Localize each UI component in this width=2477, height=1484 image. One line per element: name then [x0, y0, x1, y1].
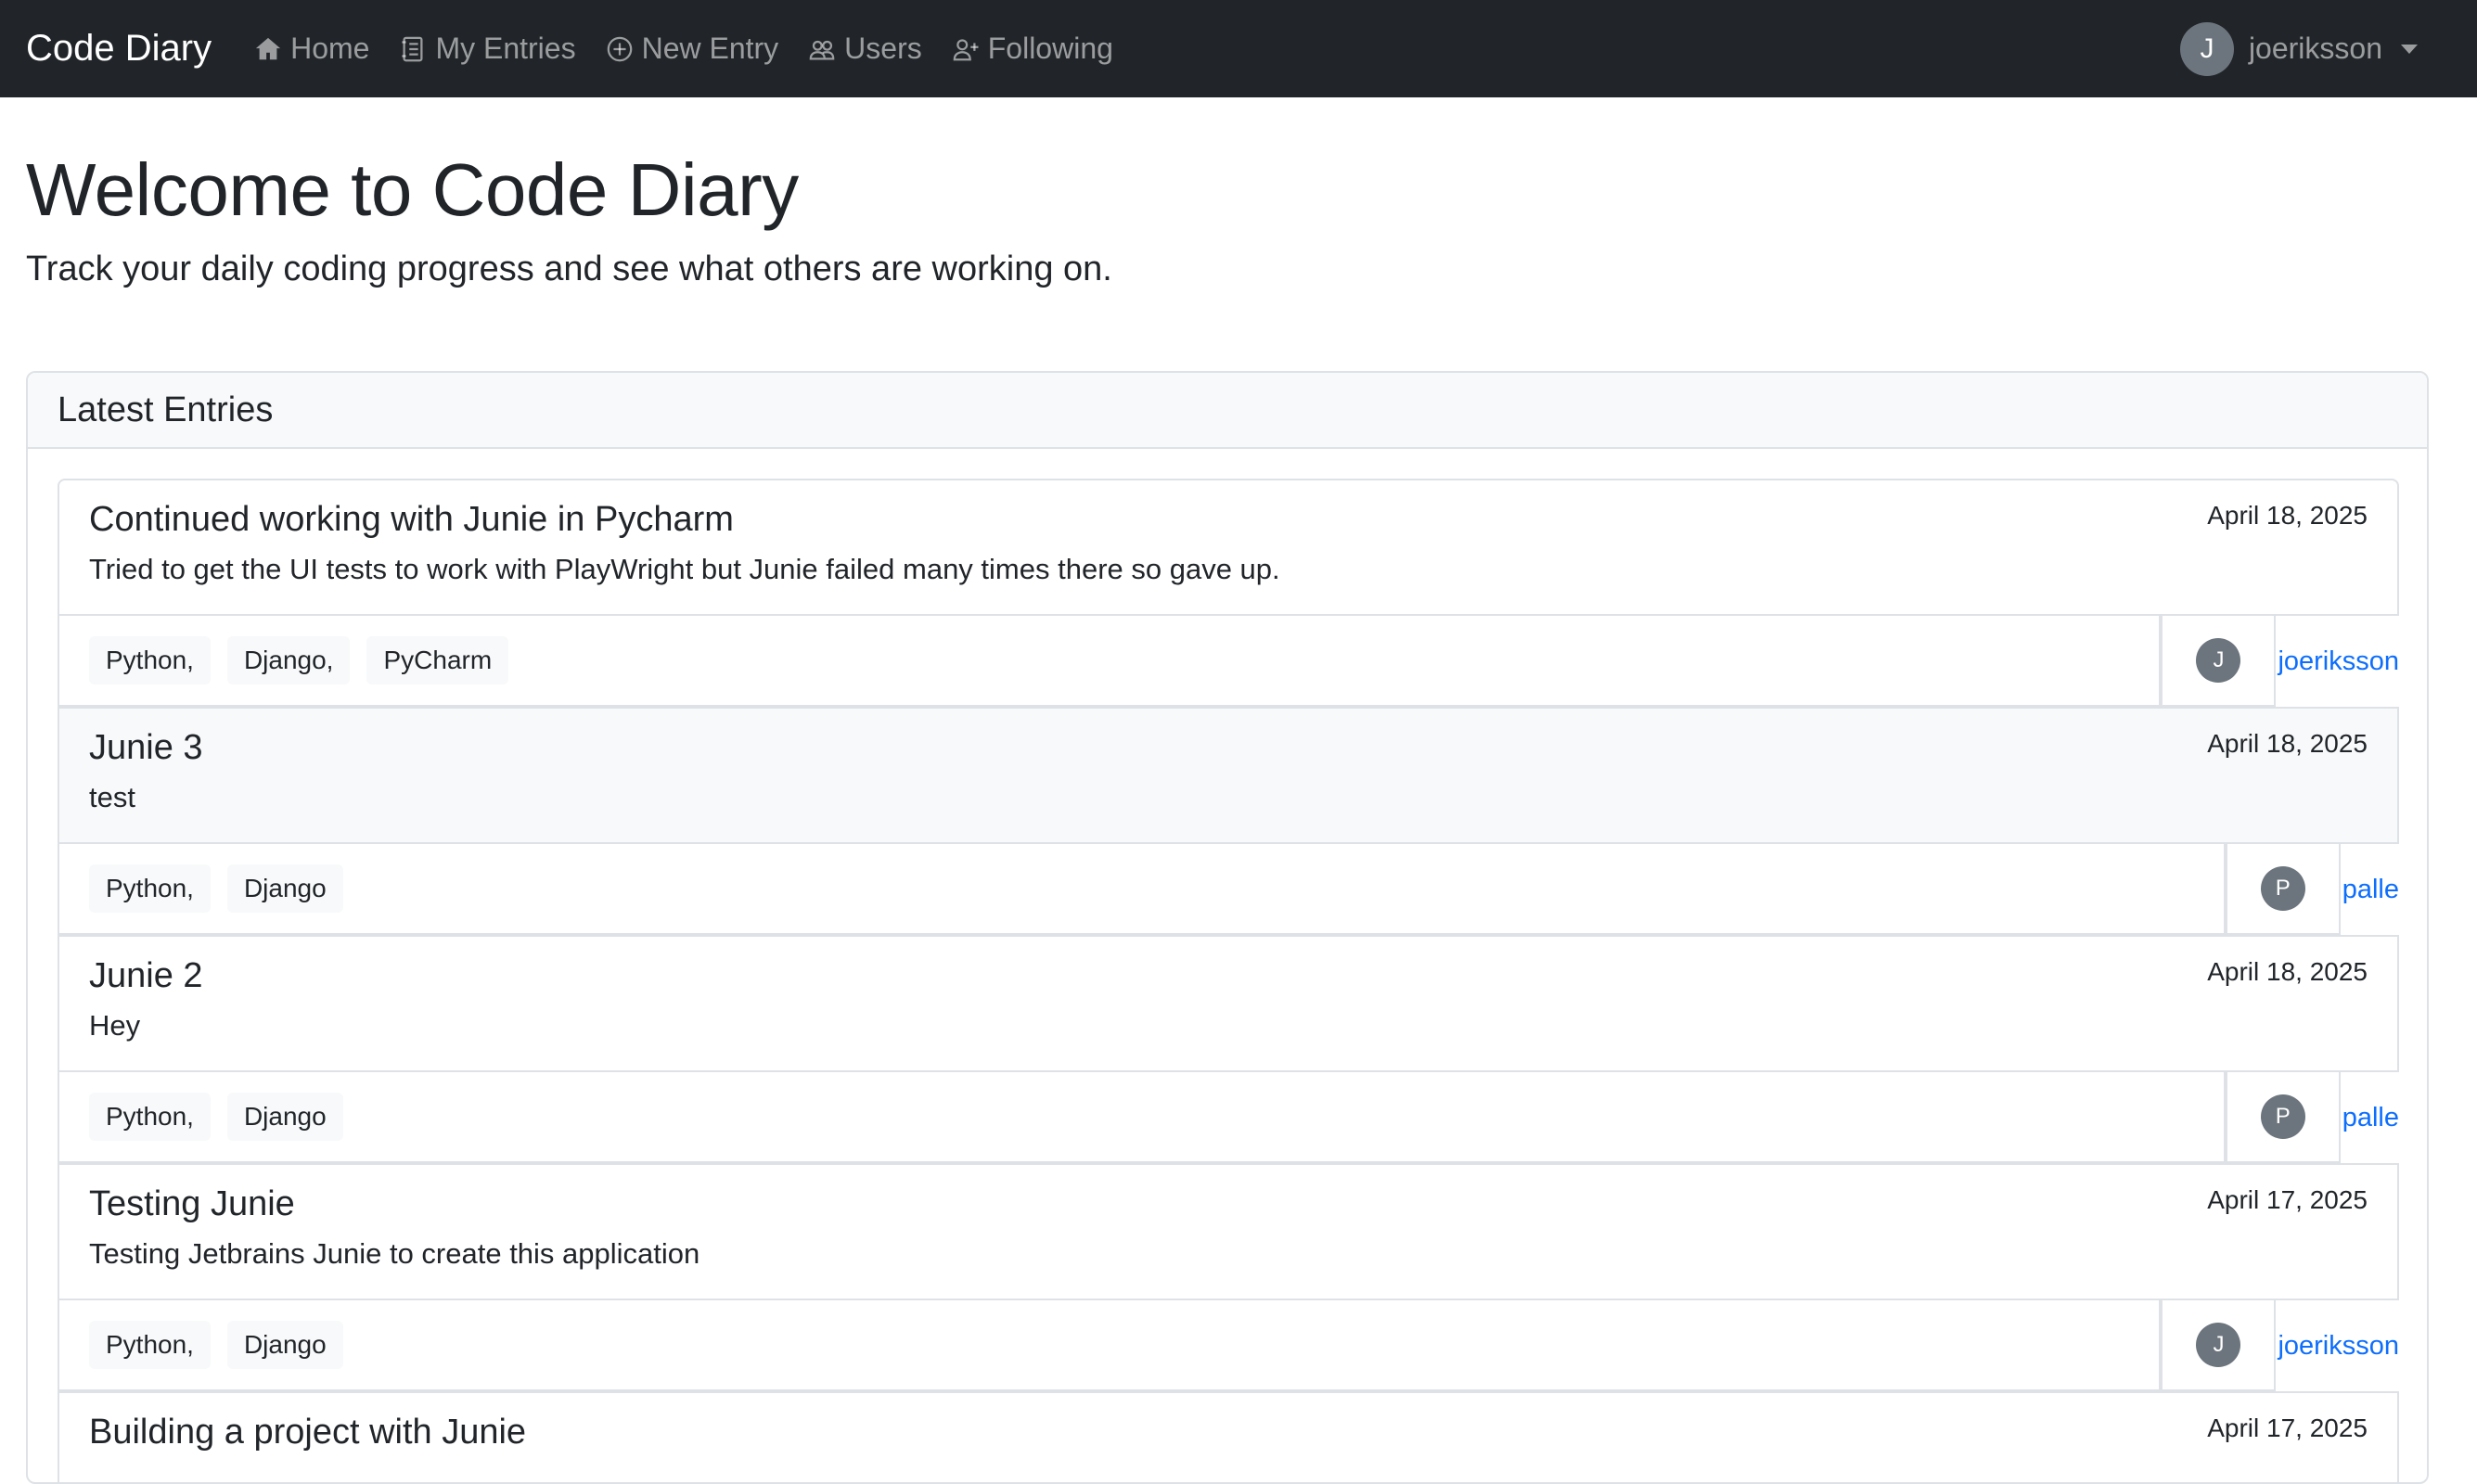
avatar: P	[2260, 866, 2305, 911]
nav-home-label: Home	[290, 32, 370, 65]
tag-badge: Django	[226, 1321, 343, 1369]
user-name: joeriksson	[2248, 32, 2382, 65]
page-title: Welcome to Code Diary	[26, 148, 799, 231]
entry-text: Testing Jetbrains Junie to create this a…	[89, 1237, 700, 1270]
author-avatar-cell: J	[2161, 616, 2277, 707]
avatar: P	[2260, 1094, 2305, 1139]
entries-list: Continued working with Junie in Pycharm …	[28, 449, 2427, 1482]
card-header: Latest Entries	[28, 373, 2427, 449]
nav-links: Home My Entries New Entry Users Followin…	[254, 32, 1113, 66]
entry-date: April 18, 2025	[2207, 957, 2368, 986]
list-item: Testing Junie Testing Jetbrains Junie to…	[58, 1163, 2399, 1391]
tag-badge: Django	[226, 864, 343, 913]
avatar: J	[2196, 1323, 2241, 1367]
page-lead: Track your daily coding progress and see…	[26, 249, 1112, 288]
entry-link[interactable]: Junie 3 test April 18, 2025	[58, 707, 2399, 844]
nav-users-label: Users	[844, 32, 922, 65]
entry-tags: Python, Django	[58, 844, 2226, 935]
tag-badge: Django,	[226, 636, 351, 684]
list-item: Building a project with Junie April 17, …	[58, 1391, 2399, 1482]
nav-new-entry[interactable]: New Entry	[606, 32, 779, 66]
tag-badge: Python,	[89, 864, 211, 913]
journal-icon	[402, 36, 423, 61]
plus-circle-icon	[607, 36, 632, 61]
nav-my-entries-label: My Entries	[435, 32, 576, 65]
nav-following-label: Following	[987, 32, 1113, 65]
main-container: Welcome to Code Diary Track your daily c…	[0, 146, 2477, 1484]
brand-link[interactable]: Code Diary	[26, 28, 212, 70]
author-avatar-cell: P	[2225, 1072, 2341, 1163]
author-link[interactable]: palle	[2341, 1072, 2399, 1163]
entry-tags: Python, Django	[58, 1072, 2226, 1163]
people-icon	[809, 40, 835, 59]
entry-title: Junie 3	[89, 728, 203, 767]
nav-users[interactable]: Users	[808, 32, 922, 66]
tag-badge: PyCharm	[366, 636, 509, 684]
entry-link[interactable]: Junie 2 Hey April 18, 2025	[58, 935, 2399, 1072]
entry-title: Junie 2	[89, 956, 203, 995]
entry-tags: Python, Django	[58, 1300, 2162, 1391]
avatar: J	[2179, 21, 2234, 76]
list-item: Junie 2 Hey April 18, 2025 Python, Djang…	[58, 935, 2399, 1163]
top-navbar: Code Diary Home My Entries New Entry Use…	[0, 0, 2477, 97]
entry-link[interactable]: Building a project with Junie April 17, …	[58, 1391, 2399, 1482]
nav-following[interactable]: Following	[952, 32, 1113, 66]
nav-new-entry-label: New Entry	[641, 32, 779, 65]
entry-date: April 18, 2025	[2207, 729, 2368, 758]
author-link[interactable]: joeriksson	[2276, 616, 2399, 707]
tag-badge: Python,	[89, 1321, 211, 1369]
latest-entries-card: Latest Entries Continued working with Ju…	[26, 371, 2429, 1484]
chevron-down-icon	[2401, 44, 2418, 54]
house-icon	[255, 37, 281, 59]
author-avatar-cell: P	[2225, 844, 2341, 935]
entry-footer: Python, Django P palle	[58, 844, 2399, 935]
entry-text: Hey	[89, 1009, 141, 1042]
entry-title: Building a project with Junie	[89, 1413, 527, 1452]
entry-date: April 17, 2025	[2207, 1185, 2368, 1214]
entry-footer: Python, Django J joeriksson	[58, 1300, 2399, 1391]
author-avatar-cell: J	[2161, 1300, 2277, 1391]
tag-badge: Python,	[89, 636, 211, 684]
entry-tags: Python, Django, PyCharm	[58, 616, 2162, 707]
user-dropdown-toggle[interactable]: J joeriksson	[2179, 21, 2418, 76]
entry-date: April 18, 2025	[2207, 501, 2368, 530]
author-link[interactable]: palle	[2341, 844, 2399, 935]
entry-text: test	[89, 781, 135, 813]
person-plus-icon	[953, 38, 979, 60]
list-item: Junie 3 test April 18, 2025 Python, Djan…	[58, 707, 2399, 935]
tag-badge: Django	[226, 1093, 343, 1141]
entry-title: Continued working with Junie in Pycharm	[89, 500, 734, 539]
entry-footer: Python, Django P palle	[58, 1072, 2399, 1163]
author-link[interactable]: joeriksson	[2276, 1300, 2399, 1391]
entry-link[interactable]: Testing Junie Testing Jetbrains Junie to…	[58, 1163, 2399, 1300]
nav-my-entries[interactable]: My Entries	[399, 32, 576, 66]
tag-badge: Python,	[89, 1093, 211, 1141]
avatar: J	[2196, 638, 2241, 683]
list-item: Continued working with Junie in Pycharm …	[58, 479, 2399, 707]
entry-date: April 17, 2025	[2207, 1414, 2368, 1442]
entry-footer: Python, Django, PyCharm J joeriksson	[58, 616, 2399, 707]
entry-title: Testing Junie	[89, 1184, 295, 1223]
nav-home[interactable]: Home	[254, 32, 369, 66]
entry-link[interactable]: Continued working with Junie in Pycharm …	[58, 479, 2399, 616]
entry-text: Tried to get the UI tests to work with P…	[89, 553, 1280, 585]
